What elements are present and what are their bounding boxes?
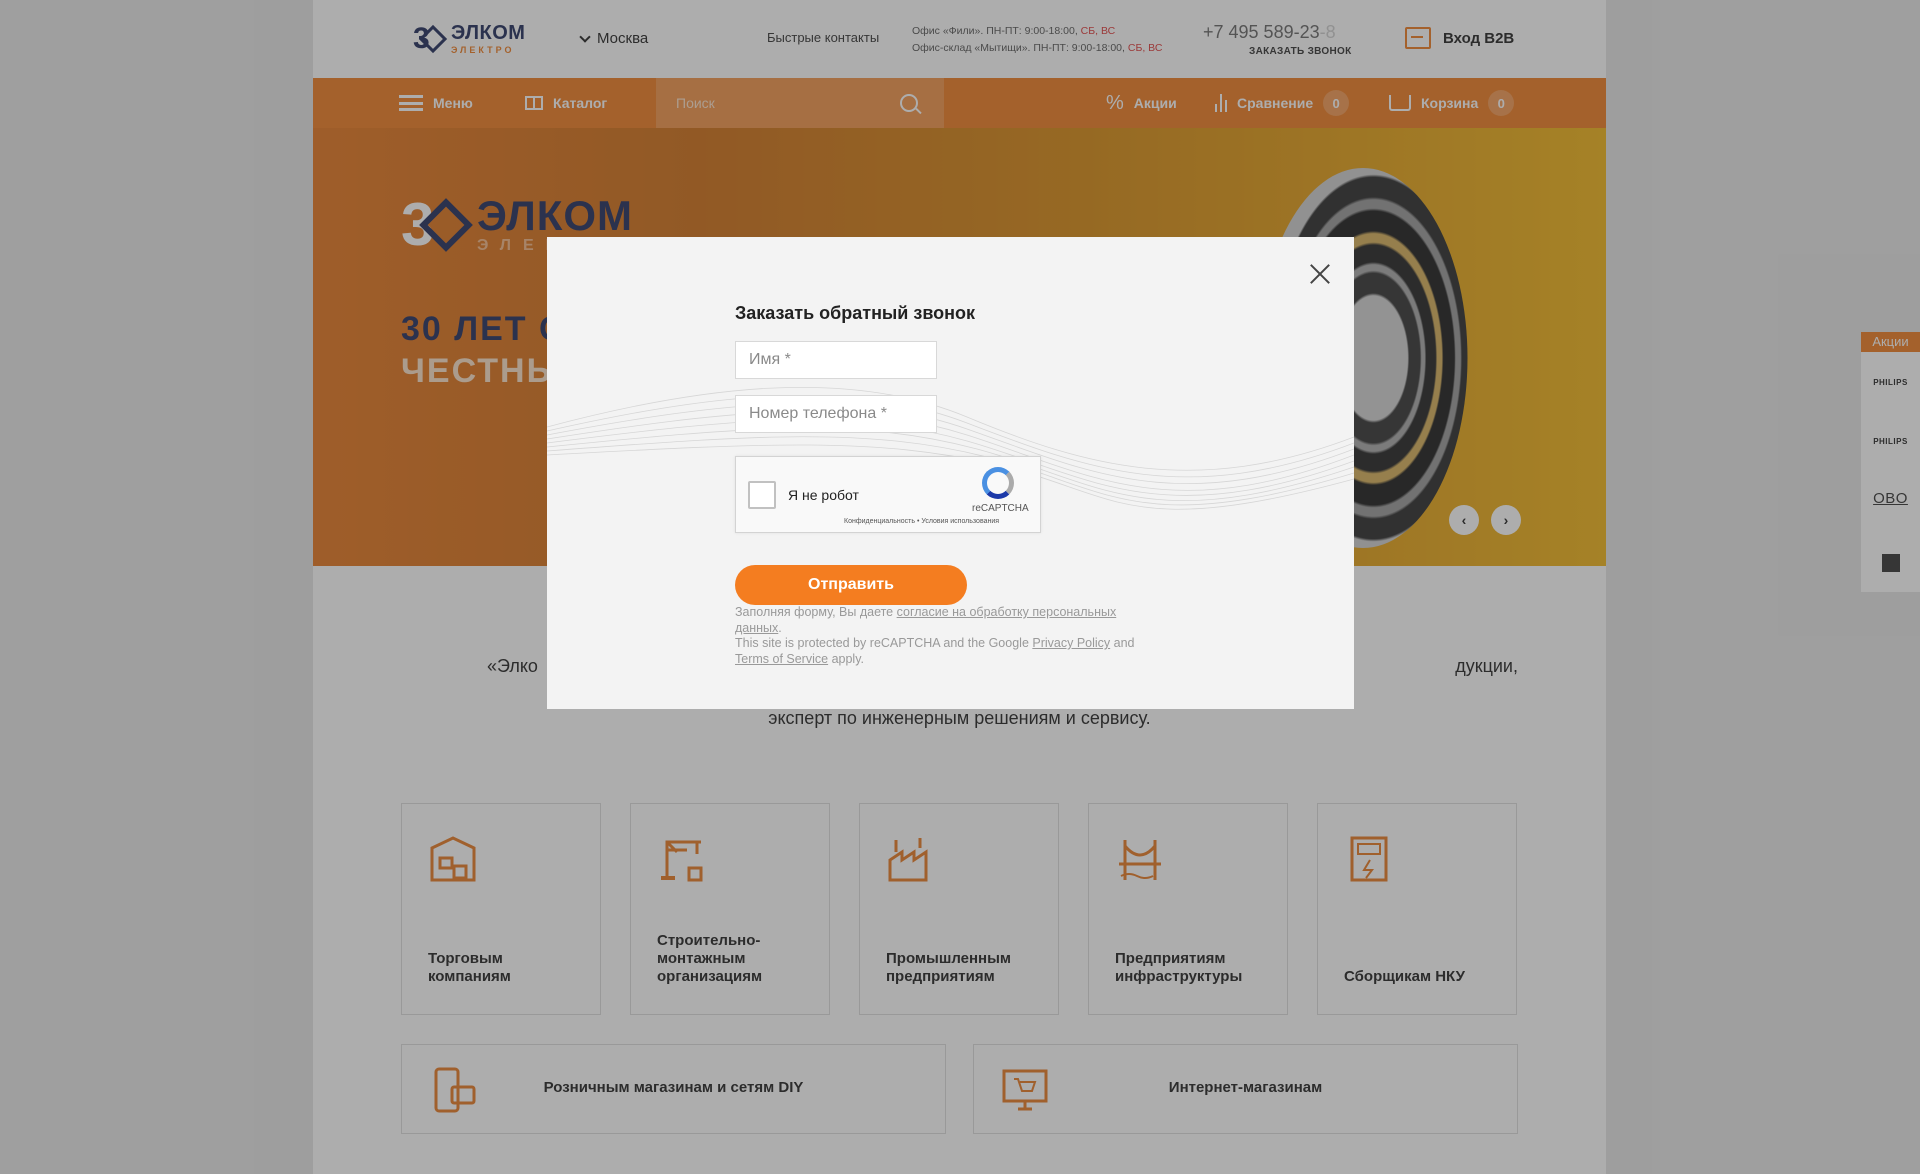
consent-notice: Заполняя форму, Вы даете согласие на обр…	[735, 605, 1135, 666]
modal-title: Заказать обратный звонок	[735, 303, 976, 323]
submit-button[interactable]: Отправить	[735, 565, 967, 605]
privacy-policy-link[interactable]: Privacy Policy	[1032, 636, 1110, 650]
close-icon[interactable]	[1309, 263, 1331, 285]
recaptcha-brand: reCAPTCHA	[972, 503, 1029, 514]
recaptcha-checkbox[interactable]	[748, 481, 776, 509]
recaptcha-terms[interactable]: Конфиденциальность • Условия использован…	[844, 518, 999, 525]
recaptcha-label: Я не робот	[788, 487, 859, 503]
terms-link[interactable]: Terms of Service	[735, 652, 828, 666]
name-field[interactable]	[735, 341, 937, 379]
recaptcha-widget: Я не робот reCAPTCHA Конфиденциальность …	[735, 456, 1041, 533]
phone-field[interactable]	[735, 395, 937, 433]
callback-modal: Заказать обратный звонок Я не робот reCA…	[547, 237, 1354, 709]
recaptcha-icon	[982, 467, 1014, 499]
